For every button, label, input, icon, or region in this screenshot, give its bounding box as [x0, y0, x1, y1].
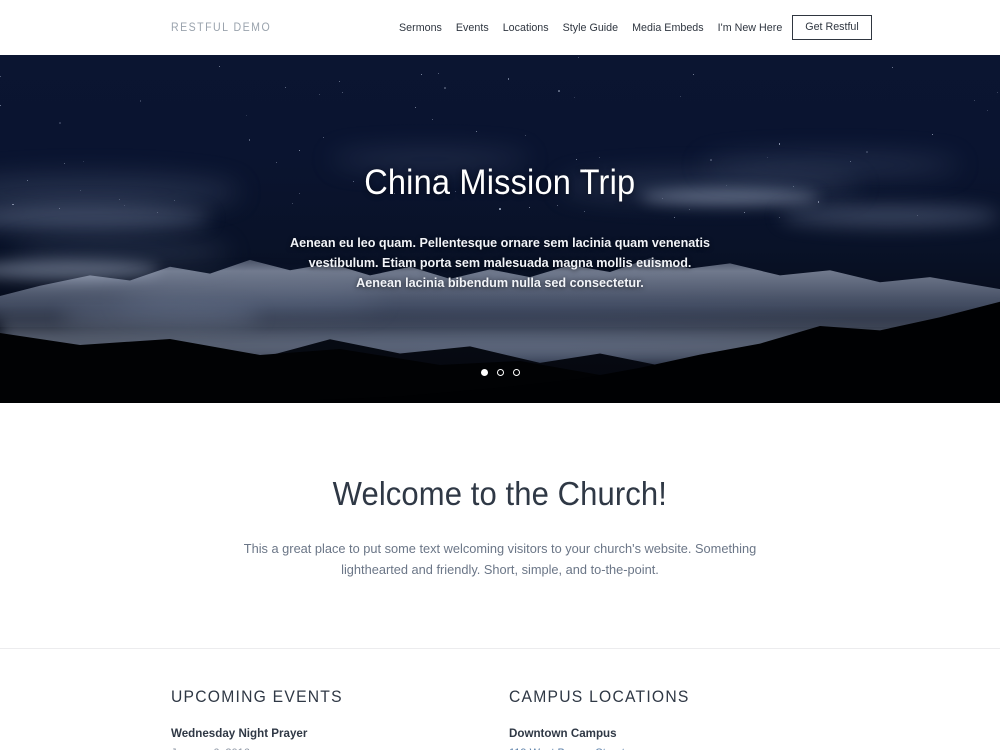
carousel-dot-1[interactable]: [480, 369, 488, 376]
welcome-section: Welcome to the Church! This a great plac…: [0, 403, 1000, 648]
upcoming-events-heading: UPCOMING EVENTS: [171, 688, 343, 706]
welcome-description: This a great place to put some text welc…: [243, 541, 757, 577]
welcome-title: Welcome to the Church!: [332, 475, 668, 512]
nav-item-locations[interactable]: Locations: [503, 22, 549, 34]
carousel-indicators: [0, 369, 1000, 376]
location-list-item[interactable]: Downtown Campus 119 West Beaver Street: [509, 727, 849, 750]
nav-item-style-guide[interactable]: Style Guide: [563, 22, 618, 34]
nav-item-im-new-here[interactable]: I'm New Here: [718, 22, 783, 34]
bottom-columns: UPCOMING EVENTS Wednesday Night Prayer J…: [0, 649, 1000, 750]
event-list-item[interactable]: Wednesday Night Prayer January 6, 2016: [171, 727, 509, 750]
location-name[interactable]: Downtown Campus: [509, 727, 849, 740]
carousel-dot-3[interactable]: [512, 369, 520, 376]
hero-carousel: China Mission Trip Aenean eu leo quam. P…: [0, 55, 1000, 403]
nav-item-events[interactable]: Events: [456, 22, 489, 34]
campus-locations-column: CAMPUS LOCATIONS Downtown Campus 119 Wes…: [509, 688, 849, 750]
site-header: RESTFUL DEMO Sermons Events Locations St…: [0, 0, 1000, 55]
nav-item-media-embeds[interactable]: Media Embeds: [632, 22, 704, 34]
upcoming-events-column: UPCOMING EVENTS Wednesday Night Prayer J…: [171, 688, 509, 750]
get-restful-button[interactable]: Get Restful: [792, 15, 872, 40]
nav-item-sermons[interactable]: Sermons: [399, 22, 442, 34]
campus-locations-heading: CAMPUS LOCATIONS: [509, 688, 690, 706]
carousel-dot-2[interactable]: [496, 369, 504, 376]
event-name[interactable]: Wednesday Night Prayer: [171, 727, 509, 740]
main-navigation: Sermons Events Locations Style Guide Med…: [399, 0, 872, 55]
site-logo[interactable]: RESTFUL DEMO: [171, 22, 271, 34]
